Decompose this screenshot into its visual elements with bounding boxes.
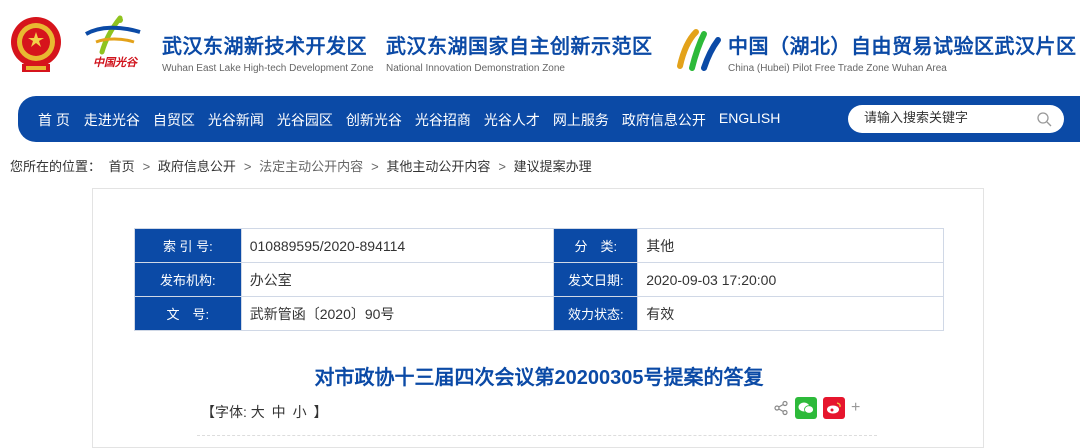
share-bar: +	[773, 397, 860, 419]
breadcrumb-sep: >	[243, 159, 252, 174]
site-title-free-trade-zone[interactable]: 中国（湖北）自由贸易试验区武汉片区 China (Hubei) Pilot Fr…	[728, 30, 1077, 74]
nav-item-news[interactable]: 光谷新闻	[208, 110, 264, 130]
more-share-icon[interactable]: +	[851, 399, 860, 417]
nav-item-about[interactable]: 走进光谷	[84, 110, 140, 130]
nav-item-gov-info[interactable]: 政府信息公开	[622, 110, 706, 130]
site-title-en: National Innovation Demonstration Zone	[386, 63, 565, 74]
search-icon[interactable]	[1036, 111, 1052, 127]
search-box	[848, 105, 1064, 133]
nav-item-english[interactable]: ENGLISH	[719, 110, 780, 130]
weibo-icon[interactable]	[823, 397, 845, 419]
meta-value-category: 其他	[637, 228, 944, 263]
main-nav-bar: 首 页 走进光谷 自贸区 光谷新闻 光谷园区 创新光谷 光谷招商 光谷人才 网上…	[18, 96, 1080, 142]
optics-valley-logo[interactable]: 中国光谷	[76, 12, 154, 72]
breadcrumb-sep: >	[371, 159, 379, 174]
table-row: 索 引 号: 010889595/2020-894114 分 类: 其他	[134, 228, 944, 263]
nav-items: 首 页 走进光谷 自贸区 光谷新闻 光谷园区 创新光谷 光谷招商 光谷人才 网上…	[38, 110, 793, 130]
main-nav: 首 页 走进光谷 自贸区 光谷新闻 光谷园区 创新光谷 光谷招商 光谷人才 网上…	[0, 96, 1080, 142]
nav-item-talent[interactable]: 光谷人才	[484, 110, 540, 130]
site-title-cn: 武汉东湖国家自主创新示范区	[386, 36, 653, 58]
document-meta-table: 索 引 号: 010889595/2020-894114 分 类: 其他 发布机…	[134, 228, 944, 331]
meta-label-index: 索 引 号:	[134, 228, 242, 263]
search-input[interactable]	[864, 110, 1024, 125]
nav-item-free-trade[interactable]: 自贸区	[153, 110, 195, 130]
meta-value-index: 010889595/2020-894114	[240, 228, 555, 263]
font-size-large[interactable]: 大	[251, 404, 265, 420]
nav-item-home[interactable]: 首 页	[38, 110, 70, 130]
meta-label-date: 发文日期:	[553, 262, 639, 297]
font-size-prefix: 【字体:	[201, 404, 247, 420]
wechat-icon[interactable]	[795, 397, 817, 419]
meta-value-status: 有效	[637, 296, 944, 331]
breadcrumb-prefix: 您所在的位置：	[10, 159, 102, 174]
breadcrumb-item-statutory[interactable]: 法定主动公开内容	[259, 159, 363, 174]
site-title-en: Wuhan East Lake High-tech Development Zo…	[162, 63, 374, 74]
breadcrumb-item-gov-info[interactable]: 政府信息公开	[158, 159, 236, 174]
breadcrumb-item-home[interactable]: 首页	[109, 159, 135, 174]
site-title-development-zone[interactable]: 武汉东湖新技术开发区 Wuhan East Lake High-tech Dev…	[162, 30, 374, 74]
meta-value-date: 2020-09-03 17:20:00	[637, 262, 944, 297]
table-row: 文 号: 武新管函〔2020〕90号 效力状态: 有效	[134, 296, 944, 331]
nav-item-parks[interactable]: 光谷园区	[277, 110, 333, 130]
meta-value-publisher: 办公室	[240, 262, 555, 297]
free-trade-zone-icon	[677, 29, 721, 71]
site-title-innovation-zone[interactable]: 武汉东湖国家自主创新示范区 National Innovation Demons…	[386, 30, 653, 74]
nav-item-investment[interactable]: 光谷招商	[415, 110, 471, 130]
nav-item-online-service[interactable]: 网上服务	[553, 110, 609, 130]
font-size-medium[interactable]: 中	[272, 404, 286, 420]
site-title-cn: 中国（湖北）自由贸易试验区武汉片区	[728, 36, 1077, 58]
meta-label-publisher: 发布机构:	[134, 262, 242, 297]
divider	[197, 435, 877, 436]
article-card: 索 引 号: 010889595/2020-894114 分 类: 其他 发布机…	[92, 188, 984, 448]
site-header: 中国光谷 武汉东湖新技术开发区 Wuhan East Lake High-tec…	[0, 0, 1080, 96]
font-size-small[interactable]: 小	[293, 404, 307, 420]
breadcrumb-item-other[interactable]: 其他主动公开内容	[386, 159, 490, 174]
meta-label-category: 分 类:	[553, 228, 639, 263]
nav-item-innovation[interactable]: 创新光谷	[346, 110, 402, 130]
breadcrumb-item-proposals[interactable]: 建议提案办理	[514, 159, 592, 174]
optics-valley-icon	[85, 15, 141, 55]
font-size-suffix: 】	[313, 404, 328, 420]
article-title: 对市政协十三届四次会议第20200305号提案的答复	[314, 367, 764, 389]
meta-label-status: 效力状态:	[553, 296, 639, 331]
site-title-cn: 武汉东湖新技术开发区	[162, 36, 367, 58]
share-icon[interactable]	[773, 400, 789, 416]
optics-valley-logo-text: 中国光谷	[93, 57, 137, 69]
site-title-en: China (Hubei) Pilot Free Trade Zone Wuha…	[728, 63, 947, 74]
breadcrumb: 您所在的位置： 首页 > 政府信息公开 > 法定主动公开内容 > 其他主动公开内容 > …	[10, 156, 596, 175]
national-emblem-icon	[11, 17, 61, 72]
breadcrumb-sep: >	[142, 159, 151, 174]
meta-value-docno: 武新管函〔2020〕90号	[240, 296, 555, 331]
breadcrumb-sep: >	[498, 159, 506, 174]
meta-label-docno: 文 号:	[134, 296, 242, 331]
font-size-selector: 【字体: 大 中 小 】	[201, 402, 327, 422]
table-row: 发布机构: 办公室 发文日期: 2020-09-03 17:20:00	[134, 262, 944, 297]
